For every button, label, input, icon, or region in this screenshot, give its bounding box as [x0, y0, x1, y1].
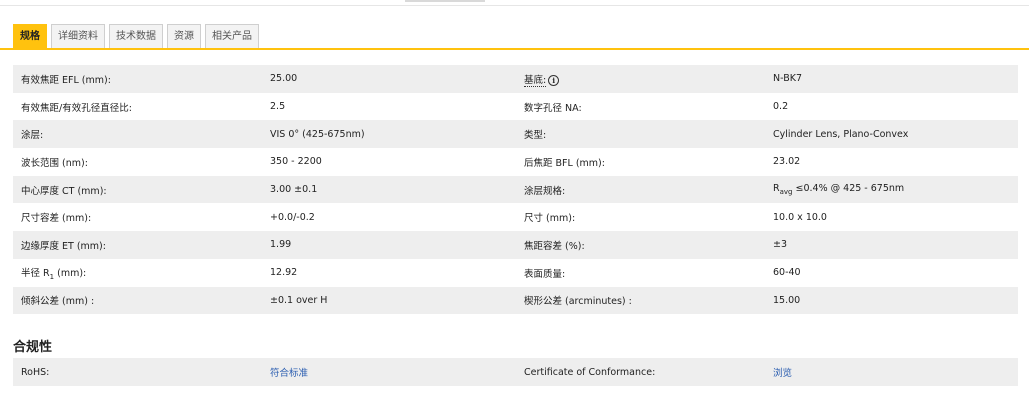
spec-label: 数字孔径 NA: — [516, 93, 765, 121]
spec-value: N-BK7 — [765, 65, 1018, 93]
spec-value: 2.5 — [262, 93, 516, 121]
spec-value: 3.00 ±0.1 — [262, 176, 516, 204]
spec-label: 尺寸 (mm): — [516, 203, 765, 231]
top-divider — [0, 5, 1029, 6]
spec-value: 23.02 — [765, 148, 1018, 176]
coating-spec-suffix: ≤0.4% @ 425 - 675nm — [793, 183, 905, 194]
tab-related-products[interactable]: 相关产品 — [205, 24, 259, 48]
spec-value: ±0.1 over H — [262, 287, 516, 315]
spec-label: 类型: — [516, 120, 765, 148]
spec-label: 有效焦距 EFL (mm): — [13, 65, 262, 93]
spec-value: 1.99 — [262, 231, 516, 259]
compliance-label: Certificate of Conformance: — [516, 358, 765, 386]
spec-value: Cylinder Lens, Plano-Convex — [765, 120, 1018, 148]
spec-label: 焦距容差 (%): — [516, 231, 765, 259]
spec-value: 25.00 — [262, 65, 516, 93]
table-row: RoHS: 符合标准 Certificate of Conformance: 浏… — [13, 358, 1018, 386]
tab-underline — [0, 48, 1029, 50]
spec-label: 涂层规格: — [516, 176, 765, 204]
table-row: 波长范围 (nm): 350 - 2200 后焦距 BFL (mm): 23.0… — [13, 148, 1018, 176]
table-row: 半径 R1 (mm): 12.92 表面质量: 60-40 — [13, 259, 1018, 287]
spec-label: 波长范围 (nm): — [13, 148, 262, 176]
table-row: 倾斜公差 (mm) : ±0.1 over H 楔形公差 (arcminutes… — [13, 287, 1018, 315]
table-row: 中心厚度 CT (mm): 3.00 ±0.1 涂层规格: Ravg ≤0.4%… — [13, 176, 1018, 204]
table-row: 有效焦距 EFL (mm): 25.00 基底:i N-BK7 — [13, 65, 1018, 93]
tab-resources[interactable]: 资源 — [167, 24, 201, 48]
spec-value: 15.00 — [765, 287, 1018, 315]
spec-value: 10.0 x 10.0 — [765, 203, 1018, 231]
substrate-label[interactable]: 基底: — [524, 75, 546, 87]
spec-value: 350 - 2200 — [262, 148, 516, 176]
spec-label: 边缘厚度 ET (mm): — [13, 231, 262, 259]
spec-label: 基底:i — [516, 65, 765, 93]
certificate-view-link[interactable]: 浏览 — [765, 358, 1018, 386]
spec-label: 涂层: — [13, 120, 262, 148]
compliance-label: RoHS: — [13, 358, 262, 386]
coating-spec-prefix: R — [773, 183, 780, 194]
tab-bar: 规格 详细资料 技术数据 资源 相关产品 — [13, 24, 259, 48]
radius-label-suffix: (mm): — [54, 268, 86, 279]
tab-specs[interactable]: 规格 — [13, 24, 47, 48]
info-icon[interactable]: i — [548, 75, 559, 86]
spec-value: VIS 0° (425-675nm) — [262, 120, 516, 148]
specs-table: 有效焦距 EFL (mm): 25.00 基底:i N-BK7 有效焦距/有效孔… — [13, 65, 1018, 314]
coating-spec-subscript: avg — [780, 188, 793, 196]
spec-label: 中心厚度 CT (mm): — [13, 176, 262, 204]
table-row: 尺寸容差 (mm): +0.0/-0.2 尺寸 (mm): 10.0 x 10.… — [13, 203, 1018, 231]
compliance-title: 合规性 — [13, 336, 52, 355]
spec-value: +0.0/-0.2 — [262, 203, 516, 231]
spec-label: 倾斜公差 (mm) : — [13, 287, 262, 315]
spec-label: 后焦距 BFL (mm): — [516, 148, 765, 176]
spec-value: 0.2 — [765, 93, 1018, 121]
spec-value: 12.92 — [262, 259, 516, 287]
tab-technical-data[interactable]: 技术数据 — [109, 24, 163, 48]
compliance-table: RoHS: 符合标准 Certificate of Conformance: 浏… — [13, 358, 1018, 386]
table-row: 有效焦距/有效孔径直径比: 2.5 数字孔径 NA: 0.2 — [13, 93, 1018, 121]
spec-label: 表面质量: — [516, 259, 765, 287]
table-row: 涂层: VIS 0° (425-675nm) 类型: Cylinder Lens… — [13, 120, 1018, 148]
top-scroll-indicator — [405, 0, 485, 2]
table-row: 边缘厚度 ET (mm): 1.99 焦距容差 (%): ±3 — [13, 231, 1018, 259]
spec-label: 尺寸容差 (mm): — [13, 203, 262, 231]
spec-value: 60-40 — [765, 259, 1018, 287]
spec-label: 楔形公差 (arcminutes) : — [516, 287, 765, 315]
spec-label: 半径 R1 (mm): — [13, 259, 262, 287]
spec-label: 有效焦距/有效孔径直径比: — [13, 93, 262, 121]
radius-label-prefix: 半径 R — [21, 268, 50, 279]
rohs-link[interactable]: 符合标准 — [262, 358, 516, 386]
tab-details[interactable]: 详细资料 — [51, 24, 105, 48]
spec-value: Ravg ≤0.4% @ 425 - 675nm — [765, 176, 1018, 204]
spec-value: ±3 — [765, 231, 1018, 259]
